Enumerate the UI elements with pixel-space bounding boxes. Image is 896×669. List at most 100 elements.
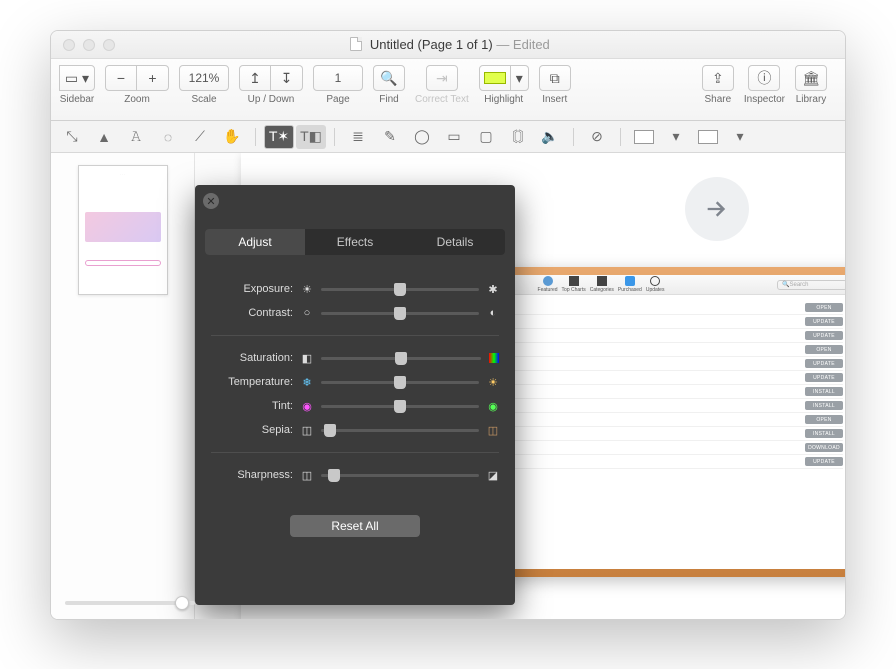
page-label: Page [326,94,349,105]
arrow-cursor-tool[interactable]: ⤡ [57,125,87,149]
action-pill: UPDATE [805,317,843,326]
no-tool[interactable]: ⊘ [582,125,612,149]
find-button[interactable]: 🔍 [373,65,405,91]
sharpness-slider[interactable] [321,474,479,477]
thumbnail-sidebar: · · · [51,153,195,619]
share-button[interactable]: ⇪ [702,65,734,91]
window-controls[interactable] [51,39,115,51]
app-window: Untitled (Page 1 of 1) — Edited ▭ ▾ Side… [50,30,846,620]
zoom-scale-button[interactable]: 121% [179,65,229,91]
rect-tool[interactable]: ▭ [439,125,469,149]
blur-icon: ◫ [301,469,313,481]
swatch-2[interactable] [693,125,723,149]
arrow-icon [685,177,749,241]
inspector-button[interactable]: ⓘ [748,65,780,91]
swatch-1-menu[interactable]: ▾ [661,125,691,149]
inspector-label: Inspector [744,94,785,105]
zoom-label: Zoom [124,94,150,105]
titlebar: Untitled (Page 1 of 1) — Edited [51,31,845,59]
cool-icon: ❄ [301,376,313,388]
hand-tool[interactable]: ✋ [217,125,247,149]
text-annotate-alt-tool[interactable]: T◧ [296,125,326,149]
adjust-panel: ✕ Adjust Effects Details Exposure:☀✱ Con… [195,185,515,605]
select-tool[interactable]: ▲ [89,125,119,149]
reset-all-button[interactable]: Reset All [290,515,420,537]
color-swatch-icon [489,353,499,363]
exposure-slider[interactable] [321,288,479,291]
sidebar-toggle[interactable]: ▭ ▾ [59,65,95,91]
action-pill: INSTALL [805,387,843,396]
circle-half-icon: ◐ [487,307,499,319]
rounded-rect-tool[interactable]: ▢ [471,125,501,149]
saturation-slider[interactable] [321,357,481,360]
tab-effects[interactable]: Effects [305,229,405,255]
sepia-on-icon: ◫ [487,424,499,436]
temperature-label: Temperature: [211,376,293,388]
swatch-1[interactable] [629,125,659,149]
magenta-icon: ◉ [301,400,313,412]
action-pill: OPEN [805,415,843,424]
temperature-slider[interactable] [321,381,479,384]
action-pill: INSTALL [805,401,843,410]
speech-bubble-tool[interactable]: ◯ [407,125,437,149]
scale-label: Scale [191,94,216,105]
sepia-off-icon: ◫ [301,424,313,436]
brackets-tool[interactable]: 〘〙 [503,125,533,149]
text-select-tool[interactable]: 𝙰 [121,125,151,149]
text-annotate-tool[interactable]: T✶ [264,125,294,149]
correct-text-button: ⇥ [426,65,458,91]
action-pill: UPDATE [805,457,843,466]
marquee-tool[interactable]: ◌ [153,125,183,149]
green-icon: ◉ [487,400,499,412]
updown-label: Up / Down [248,94,295,105]
action-pill: DOWNLOAD [805,443,843,452]
panel-tabs: Adjust Effects Details [205,229,505,255]
action-pill: INSTALL [805,429,843,438]
sun-dim-icon: ☀ [301,283,313,295]
main-toolbar: ▭ ▾ Sidebar − + Zoom 121% Scale ↥ ↧ Up /… [51,59,845,121]
page-up-button[interactable]: ↥ [239,65,271,91]
page-thumbnail[interactable]: · · · [78,165,168,295]
document-icon [350,37,362,51]
library-label: Library [796,94,827,105]
store-tabs: Featured Top Charts Categories Purchased… [538,276,665,293]
highlight-label: Highlight [484,94,523,105]
store-search: 🔍 Search [777,280,845,290]
doc-title: Untitled (Page 1 of 1) [370,37,493,52]
tint-slider[interactable] [321,405,479,408]
warm-icon: ☀ [487,376,499,388]
find-label: Find [379,94,398,105]
share-label: Share [705,94,732,105]
highlighter-tool[interactable]: ✎ [375,125,405,149]
highlight-menu[interactable]: ▾ [511,65,529,91]
annotation-toolbar: ⤡ ▲ 𝙰 ◌ ⟋ ✋ T✶ T◧ ≣ ✎ ◯ ▭ ▢ 〘〙 🔈 ⊘ ▾ ▾ [51,121,845,153]
zoom-in-button[interactable]: + [137,65,169,91]
swatch-2-menu[interactable]: ▾ [725,125,755,149]
eraser-tool[interactable]: ⟋ [185,125,215,149]
contrast-slider[interactable] [321,312,479,315]
content-area: · · · Featured Top Charts [51,153,845,619]
tab-adjust[interactable]: Adjust [205,229,305,255]
thumbnail-size-slider[interactable] [65,601,195,605]
action-pill: UPDATE [805,373,843,382]
gray-swatch-icon: ◧ [301,352,313,364]
edited-badge: — Edited [496,37,549,52]
sun-bright-icon: ✱ [487,283,499,295]
tab-details[interactable]: Details [405,229,505,255]
insert-button[interactable]: ⧉ [539,65,571,91]
sound-tool[interactable]: 🔈 [535,125,565,149]
correct-label: Correct Text [415,94,469,105]
zoom-out-button[interactable]: − [105,65,137,91]
page-down-button[interactable]: ↧ [271,65,303,91]
indent-tool[interactable]: ≣ [343,125,373,149]
close-button[interactable]: ✕ [203,193,219,209]
action-pill: UPDATE [805,359,843,368]
library-button[interactable]: 🏛 [795,65,827,91]
insert-label: Insert [542,94,567,105]
highlight-button[interactable] [479,65,511,91]
action-pill: OPEN [805,303,843,312]
sharp-icon: ◪ [487,469,499,481]
page-field[interactable]: 1 [313,65,363,91]
sepia-slider[interactable] [321,429,479,432]
sharpness-label: Sharpness: [211,469,293,481]
